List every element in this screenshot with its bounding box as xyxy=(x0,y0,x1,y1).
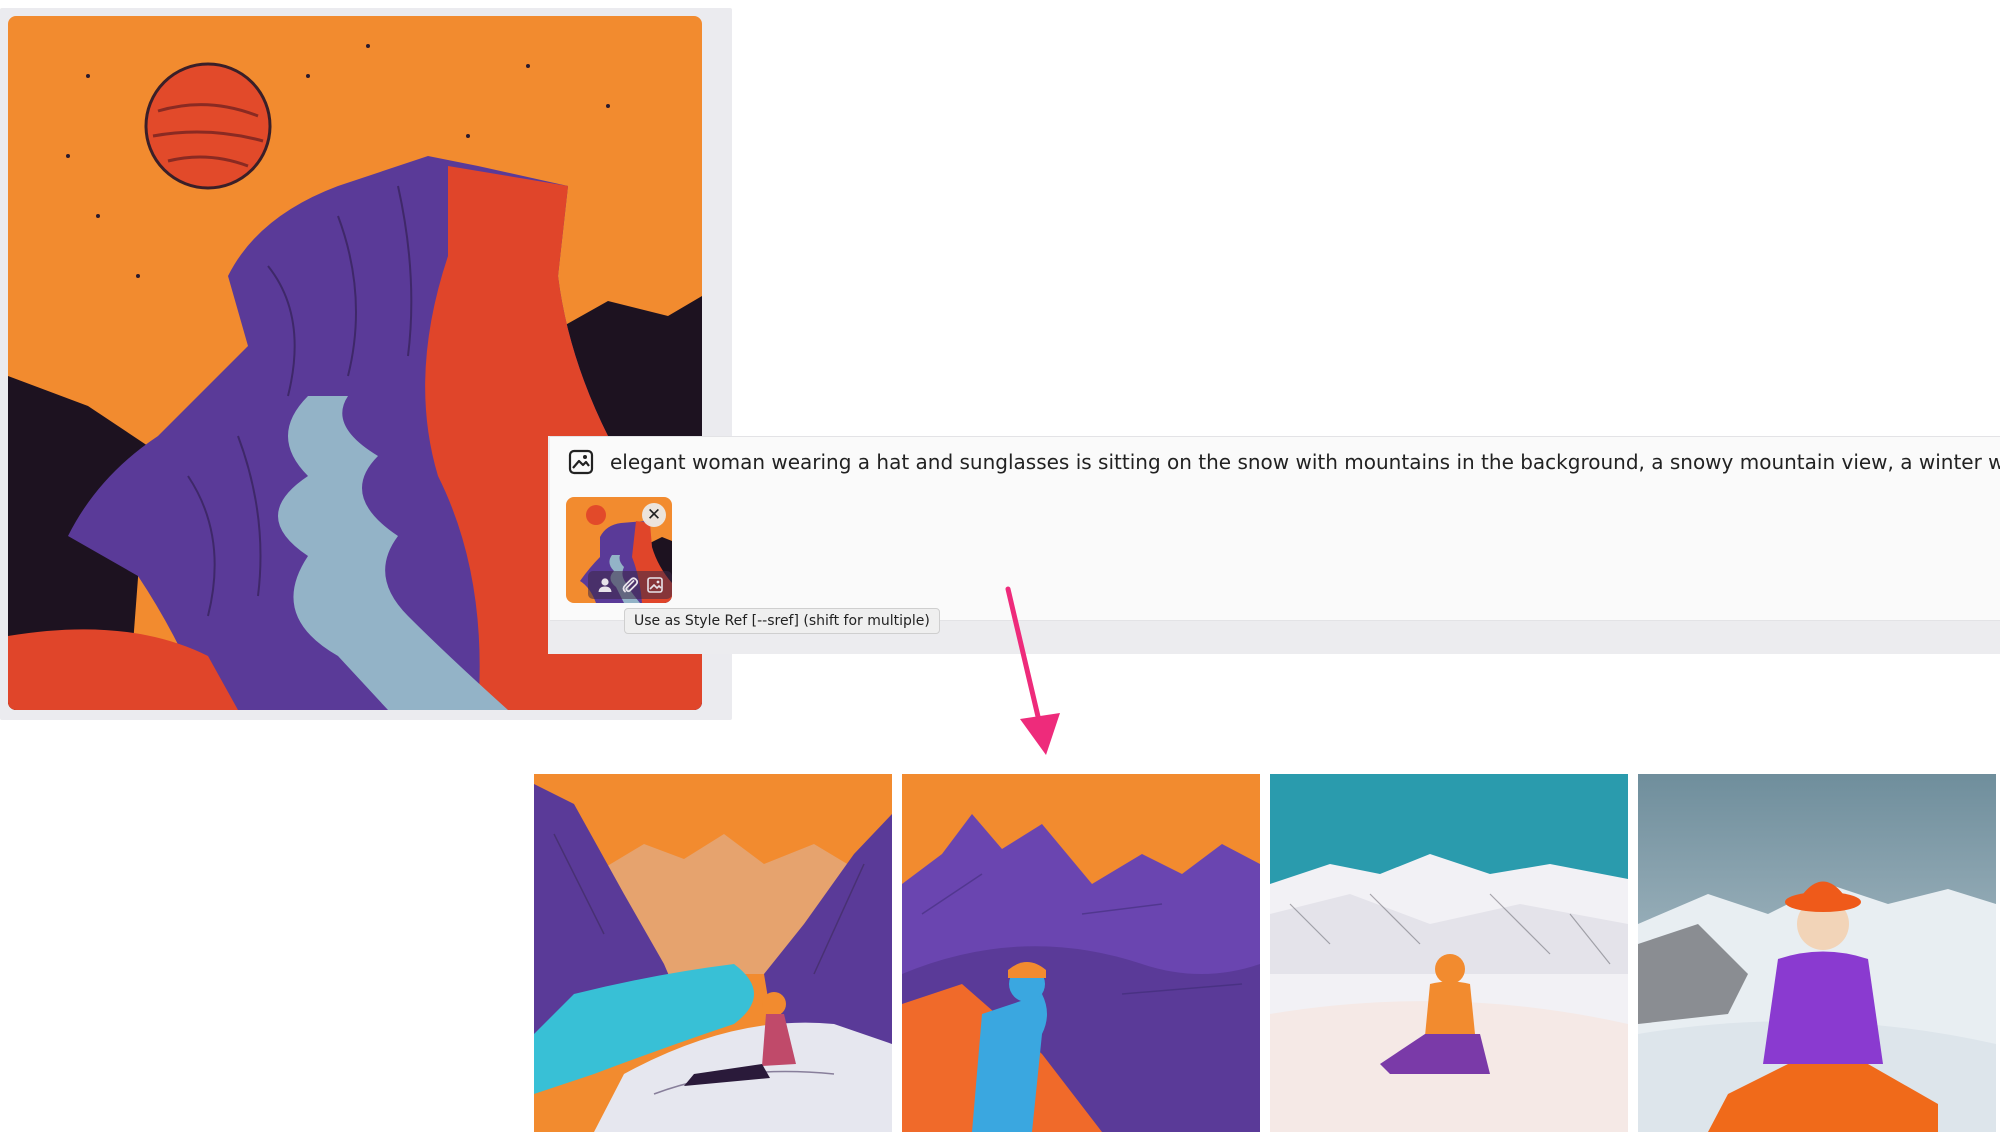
prompt-input[interactable]: elegant woman wearing a hat and sunglass… xyxy=(610,447,2000,477)
person-icon[interactable] xyxy=(595,575,615,595)
prompt-box[interactable]: elegant woman wearing a hat and sunglass… xyxy=(550,436,2000,621)
result-image-4[interactable] xyxy=(1638,774,1996,1132)
style-reference-thumbnail[interactable]: ✕ xyxy=(566,497,672,603)
result-image-2[interactable] xyxy=(902,774,1260,1132)
image-icon[interactable] xyxy=(568,449,594,475)
image-style-icon[interactable] xyxy=(645,575,665,595)
remove-attachment-button[interactable]: ✕ xyxy=(642,503,666,527)
generated-results xyxy=(534,774,2000,1134)
attachment-actions-bar xyxy=(588,571,672,599)
paperclip-icon[interactable] xyxy=(620,575,640,595)
result-image-1[interactable] xyxy=(534,774,892,1132)
pointer-arrow xyxy=(1005,586,1060,755)
result-image-3[interactable] xyxy=(1270,774,1628,1132)
style-ref-tooltip: Use as Style Ref [--sref] (shift for mul… xyxy=(624,608,940,634)
